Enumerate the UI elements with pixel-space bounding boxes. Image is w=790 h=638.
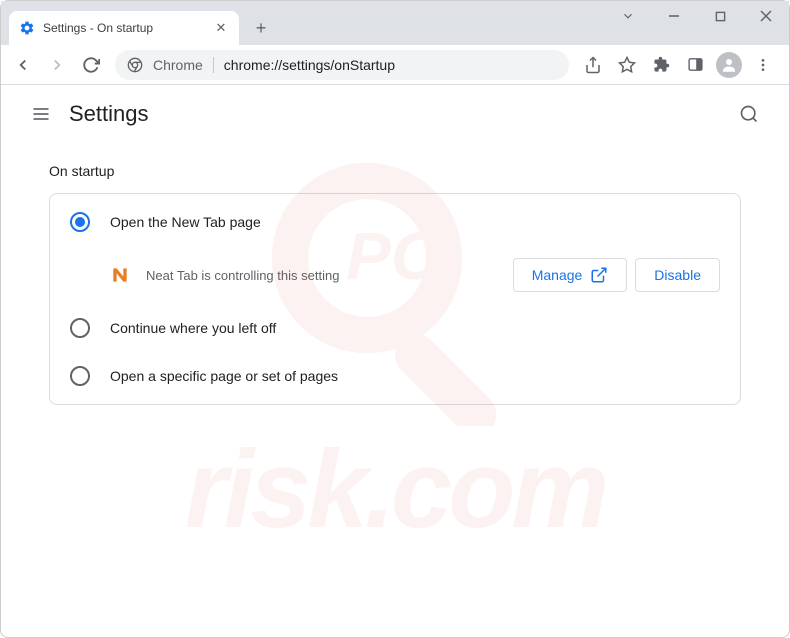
browser-toolbar: Chrome chrome://settings/onStartup [1,45,789,85]
startup-options-card: Open the New Tab page Neat Tab is contro… [49,193,741,405]
chrome-icon [127,57,143,73]
tab-search-icon[interactable] [605,1,651,31]
option-label: Open the New Tab page [110,214,261,230]
omnibox-divider [213,57,214,73]
browser-tab[interactable]: Settings - On startup ✕ [9,11,239,45]
radio-icon[interactable] [70,366,90,386]
extension-logo-icon [110,265,130,285]
manage-button[interactable]: Manage [513,258,628,292]
extensions-icon[interactable] [645,49,677,81]
gear-icon [19,20,35,36]
extension-controlled-row: Neat Tab is controlling this setting Man… [50,246,740,304]
tab-title: Settings - On startup [43,21,213,35]
omnibox-url: chrome://settings/onStartup [224,57,395,73]
main-content: On startup Open the New Tab page Neat Ta… [1,143,789,425]
hamburger-menu-icon[interactable] [21,94,61,134]
forward-button[interactable] [41,49,73,81]
option-label: Continue where you left off [110,320,276,336]
share-icon[interactable] [577,49,609,81]
window-controls [605,1,789,31]
maximize-button[interactable] [697,1,743,31]
controlled-message: Neat Tab is controlling this setting [146,268,513,283]
manage-label: Manage [532,267,583,283]
settings-header: Settings [1,85,789,143]
radio-icon[interactable] [70,318,90,338]
option-open-new-tab[interactable]: Open the New Tab page [50,198,740,246]
disable-label: Disable [654,267,701,283]
external-link-icon [590,266,608,284]
option-label: Open a specific page or set of pages [110,368,338,384]
minimize-button[interactable] [651,1,697,31]
bookmark-icon[interactable] [611,49,643,81]
avatar-icon [716,52,742,78]
close-tab-icon[interactable]: ✕ [213,20,229,36]
sidepanel-icon[interactable] [679,49,711,81]
radio-icon[interactable] [70,212,90,232]
option-open-specific-pages[interactable]: Open a specific page or set of pages [50,352,740,400]
kebab-menu-icon[interactable] [747,49,779,81]
page-title: Settings [69,101,149,127]
watermark-text: risk.com [185,426,605,553]
disable-button[interactable]: Disable [635,258,720,292]
reload-button[interactable] [75,49,107,81]
profile-button[interactable] [713,49,745,81]
omnibox-scheme: Chrome [153,57,203,73]
address-bar[interactable]: Chrome chrome://settings/onStartup [115,50,569,80]
search-settings-button[interactable] [729,94,769,134]
close-window-button[interactable] [743,1,789,31]
new-tab-button[interactable]: + [247,14,275,42]
section-title: On startup [49,163,741,179]
window-titlebar: Settings - On startup ✕ + [1,1,789,45]
option-continue-where-left-off[interactable]: Continue where you left off [50,304,740,352]
back-button[interactable] [7,49,39,81]
